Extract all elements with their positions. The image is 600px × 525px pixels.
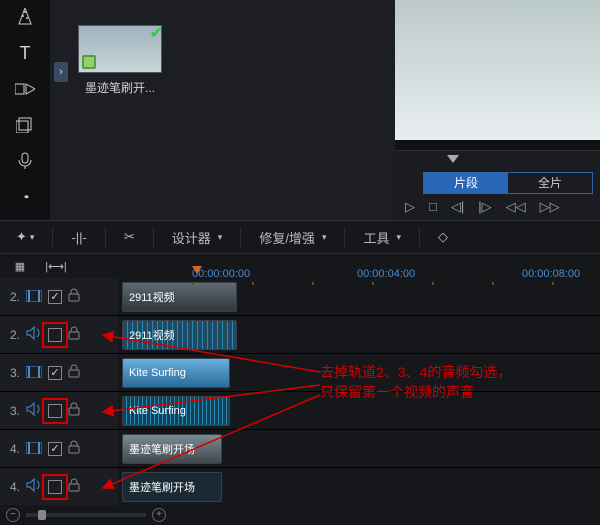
media-thumbnail[interactable]: ✔ 墨迹笔刷开...: [78, 25, 162, 96]
collapse-panel-button[interactable]: ›: [54, 62, 68, 82]
lock-icon[interactable]: [68, 288, 80, 305]
zoom-in-button[interactable]: +: [152, 508, 166, 522]
playhead-marker[interactable]: [192, 266, 202, 274]
track-enable-checkbox[interactable]: [48, 290, 62, 304]
snap-toggle-icon[interactable]: -||-: [65, 228, 92, 247]
more-tools-icon[interactable]: ▪▪▪: [11, 185, 39, 209]
video-track-icon[interactable]: [26, 365, 42, 381]
preview-viewport[interactable]: [395, 0, 600, 140]
track-lane[interactable]: 2911视频: [118, 316, 600, 353]
zoom-slider[interactable]: [26, 513, 146, 517]
view-mode-track-icon[interactable]: |⟷|: [38, 260, 74, 273]
track-row: 4. 墨迹笔刷开场: [0, 468, 600, 506]
skip-fwd-icon[interactable]: ▷▷: [540, 199, 560, 215]
track-index: 4.: [4, 480, 20, 494]
clip-label: 2911视频: [129, 289, 175, 305]
track-index: 4.: [4, 442, 20, 456]
lock-icon[interactable]: [68, 402, 80, 419]
clip-label: Kite Surfing: [129, 367, 186, 379]
track-header: 4.: [0, 430, 118, 467]
tab-full[interactable]: 全片: [508, 173, 592, 193]
track-index: 2.: [4, 290, 20, 304]
keyframe-icon[interactable]: ◇: [432, 227, 454, 247]
audio-track-icon[interactable]: [26, 478, 42, 495]
timeline-clip[interactable]: 2911视频: [122, 320, 237, 350]
stop-icon[interactable]: □: [429, 199, 437, 214]
particle-icon[interactable]: [11, 5, 39, 29]
timeline-clip[interactable]: 墨迹笔刷开场: [122, 434, 222, 464]
timeline-toolbar: ▦ |⟷| 00:00:00:00 00:00:04:00 00:00:08:0…: [0, 254, 600, 278]
ruler-tick: 00:00:04:00: [357, 268, 415, 280]
track-row: 2. 2911视频: [0, 316, 600, 354]
text-tool-icon[interactable]: T: [11, 41, 39, 65]
ruler-tick: 00:00:08:00: [522, 268, 580, 280]
track-header: 2.: [0, 278, 118, 315]
track-enable-checkbox[interactable]: [48, 366, 62, 380]
play-icon[interactable]: ▷: [405, 199, 415, 215]
skip-back-icon[interactable]: ◁◁: [506, 199, 526, 215]
timeline-clip[interactable]: 2911视频: [122, 282, 237, 312]
thumbnail-label: 墨迹笔刷开...: [78, 79, 162, 96]
preview-time-ruler[interactable]: [395, 140, 600, 151]
preview-scrubber[interactable]: [395, 151, 600, 168]
lock-icon[interactable]: [68, 326, 80, 343]
clip-label: 2911视频: [129, 327, 175, 343]
lock-icon[interactable]: [68, 478, 80, 495]
track-header: 2.: [0, 316, 118, 353]
fix-enhance-menu[interactable]: 修复/增强: [253, 226, 332, 249]
clip-label: 墨迹笔刷开场: [129, 479, 195, 495]
track-enable-checkbox[interactable]: [48, 404, 62, 418]
clip-label: 墨迹笔刷开场: [129, 441, 195, 457]
track-index: 3.: [4, 366, 20, 380]
timeline-clip[interactable]: 墨迹笔刷开场: [122, 472, 222, 502]
track-lane[interactable]: 墨迹笔刷开场: [118, 430, 600, 467]
audio-track-icon[interactable]: [26, 326, 42, 343]
track-enable-checkbox[interactable]: [48, 328, 62, 342]
overlay-room-icon[interactable]: [11, 113, 39, 137]
zoom-out-button[interactable]: −: [6, 508, 20, 522]
tools-menu[interactable]: 工具: [357, 226, 407, 249]
track-header: 3.: [0, 392, 118, 429]
audio-track-icon[interactable]: [26, 402, 42, 419]
clip-label: Kite Surfing: [129, 405, 186, 417]
timeline-clip[interactable]: Kite Surfing: [122, 358, 230, 388]
cut-icon[interactable]: ✂: [118, 227, 141, 247]
track-index: 2.: [4, 328, 20, 342]
track-enable-checkbox[interactable]: [48, 480, 62, 494]
lock-icon[interactable]: [68, 364, 80, 381]
annotation-text: 去掉轨道2、3、4的音频勾选， 只保留第一个视频的声音: [320, 362, 511, 402]
designer-menu[interactable]: 设计器: [166, 226, 229, 249]
timeline-clip[interactable]: Kite Surfing: [122, 396, 230, 426]
prev-frame-icon[interactable]: ◁|: [451, 199, 464, 215]
track-header: 4.: [0, 468, 118, 505]
track-lane[interactable]: 墨迹笔刷开场: [118, 468, 600, 505]
wand-icon[interactable]: ✦▾: [10, 227, 40, 247]
track-header: 3.: [0, 354, 118, 391]
track-index: 3.: [4, 404, 20, 418]
video-track-icon[interactable]: [26, 289, 42, 305]
next-frame-icon[interactable]: |▷: [478, 199, 491, 215]
check-icon: ✔: [150, 23, 163, 43]
video-track-icon[interactable]: [26, 441, 42, 457]
view-mode-grid-icon[interactable]: ▦: [2, 260, 38, 273]
transition-icon[interactable]: [11, 77, 39, 101]
track-enable-checkbox[interactable]: [48, 442, 62, 456]
lock-icon[interactable]: [68, 440, 80, 457]
track-row: 4. 墨迹笔刷开场: [0, 430, 600, 468]
tab-segment[interactable]: 片段: [424, 173, 508, 193]
mic-icon[interactable]: [11, 149, 39, 173]
